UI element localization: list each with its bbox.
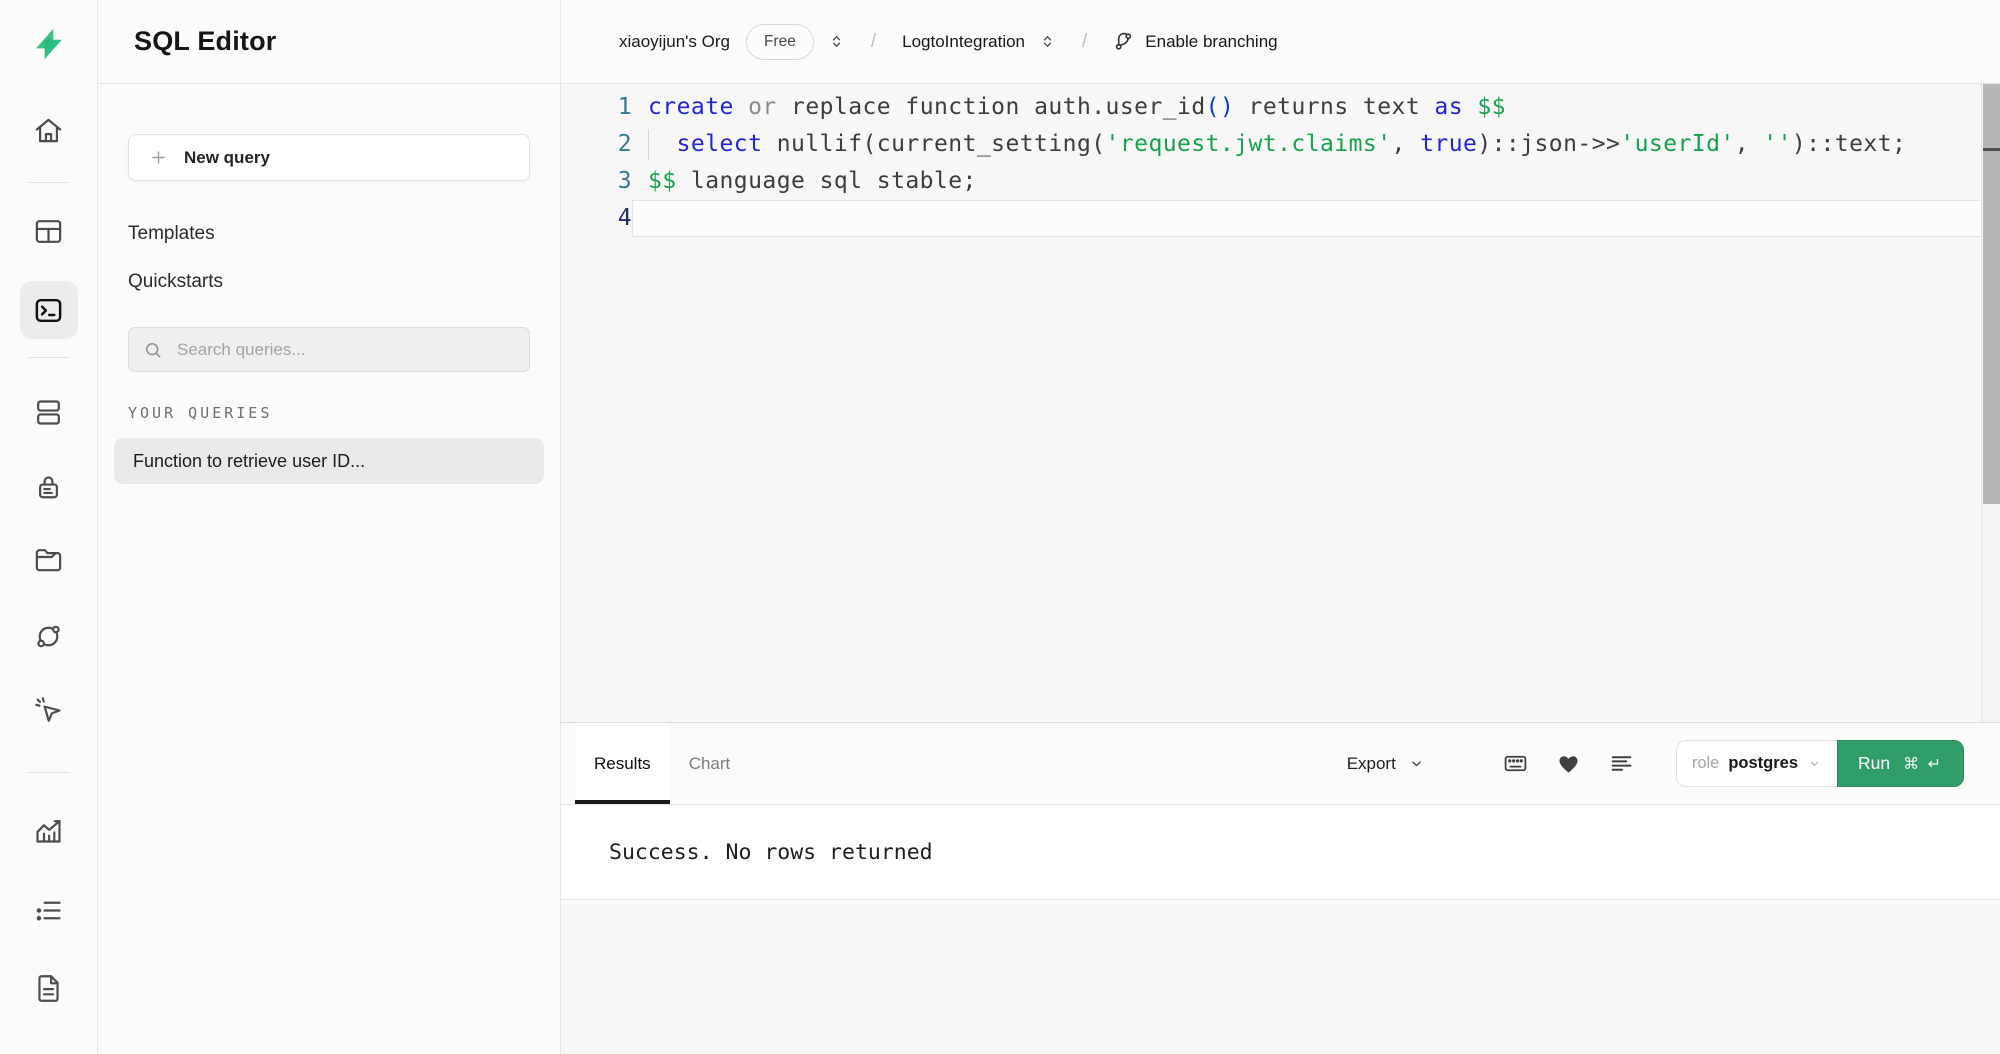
favorite-button[interactable] [1556, 751, 1581, 776]
sql-editor[interactable]: 1create or replace function auth.user_id… [561, 84, 2000, 722]
chevron-down-icon [1408, 755, 1425, 772]
search-queries-input[interactable] [175, 339, 515, 361]
editor-scrollbar[interactable] [1981, 84, 2000, 722]
code-line[interactable]: 4 [561, 200, 2000, 237]
heart-icon [1556, 751, 1581, 776]
rail-home-icon[interactable] [20, 101, 78, 159]
app-root: SQL Editor New query Templates Quickstar… [0, 0, 2000, 1054]
code-line[interactable]: 1create or replace function auth.user_id… [561, 89, 2000, 126]
export-label: Export [1347, 754, 1396, 774]
search-box [128, 327, 530, 372]
main-pane: xiaoyijun's Org Free / LogtoIntegration … [561, 0, 2000, 1054]
keyboard-shortcuts-button[interactable] [1503, 751, 1528, 776]
rail-table-editor-icon[interactable] [20, 202, 78, 260]
plus-icon [149, 148, 168, 167]
project-name[interactable]: LogtoIntegration [902, 32, 1025, 52]
new-query-label: New query [184, 148, 270, 168]
project-switcher-chevron-icon[interactable] [1039, 33, 1056, 50]
chevron-down-icon [1807, 756, 1822, 771]
sidebar-body: New query Templates Quickstarts YOUR QUE… [98, 84, 560, 484]
git-branch-icon [1113, 31, 1134, 52]
run-label: Run [1858, 753, 1890, 774]
your-queries-heading: YOUR QUERIES [128, 404, 530, 422]
search-icon [143, 340, 163, 360]
plan-badge[interactable]: Free [746, 24, 814, 60]
run-button[interactable]: Run ⌘ ↵ [1837, 740, 1964, 787]
rail-storage-icon[interactable] [20, 531, 78, 589]
rail-divider [28, 357, 70, 358]
rail-divider [28, 772, 70, 773]
code-line[interactable]: 2 select nullif(current_setting('request… [561, 126, 2000, 163]
sidebar: SQL Editor New query Templates Quickstar… [98, 0, 561, 1054]
sidebar-header: SQL Editor [98, 0, 560, 84]
results-panel: Success. No rows returned [561, 805, 2000, 900]
rail-realtime-icon[interactable] [20, 681, 78, 739]
tab-results[interactable]: Results [575, 723, 670, 804]
rail-divider [28, 182, 70, 183]
org-name[interactable]: xiaoyijun's Org [619, 32, 730, 52]
rail-sql-editor-icon[interactable] [20, 281, 78, 339]
supabase-logo-icon[interactable] [26, 21, 72, 67]
breadcrumb-separator: / [1082, 31, 1087, 53]
new-query-button[interactable]: New query [128, 134, 530, 181]
breadcrumb-separator: / [871, 31, 876, 53]
code-line[interactable]: 3$$ language sql stable; [561, 163, 2000, 200]
org-switcher-chevron-icon[interactable] [828, 33, 845, 50]
format-sql-button[interactable] [1609, 751, 1634, 776]
scrollbar-thumb[interactable] [1983, 84, 2000, 504]
role-value: postgres [1728, 754, 1798, 773]
toolbar-actions: Export [1341, 723, 1964, 804]
export-button[interactable]: Export [1341, 753, 1431, 775]
rail-api-docs-icon[interactable] [20, 959, 78, 1017]
tab-chart[interactable]: Chart [670, 723, 750, 804]
run-controls: role postgres Run ⌘ ↵ [1676, 740, 1964, 787]
results-message: Success. No rows returned [609, 840, 933, 865]
sidebar-item-quickstarts[interactable]: Quickstarts [128, 271, 223, 293]
enable-branching-button[interactable]: Enable branching [1113, 31, 1277, 52]
page-title: SQL Editor [134, 26, 277, 57]
keyboard-icon [1503, 751, 1528, 776]
query-list-item[interactable]: Function to retrieve user ID... [114, 438, 544, 484]
rail-edge-functions-icon[interactable] [20, 607, 78, 665]
nav-rail [0, 0, 98, 1054]
align-lines-icon [1609, 751, 1634, 776]
rail-database-icon[interactable] [20, 383, 78, 441]
results-tabs: Results Chart [561, 723, 749, 804]
results-empty-area [561, 900, 2000, 1054]
sidebar-links: Templates Quickstarts [128, 223, 530, 293]
role-select[interactable]: role postgres [1676, 740, 1837, 787]
results-toolbar: Results Chart Export [561, 722, 2000, 805]
rail-reports-icon[interactable] [20, 801, 78, 859]
run-shortcut: ⌘ ↵ [1903, 754, 1943, 774]
role-label: role [1692, 754, 1720, 773]
rail-authentication-icon[interactable] [20, 457, 78, 515]
rail-logs-icon[interactable] [20, 881, 78, 939]
breadcrumb: xiaoyijun's Org Free / LogtoIntegration … [561, 0, 2000, 84]
cursor-position-marker [1983, 148, 2000, 151]
sidebar-item-templates[interactable]: Templates [128, 223, 215, 245]
enable-branching-label: Enable branching [1145, 32, 1277, 52]
code-lines: 1create or replace function auth.user_id… [561, 89, 2000, 237]
